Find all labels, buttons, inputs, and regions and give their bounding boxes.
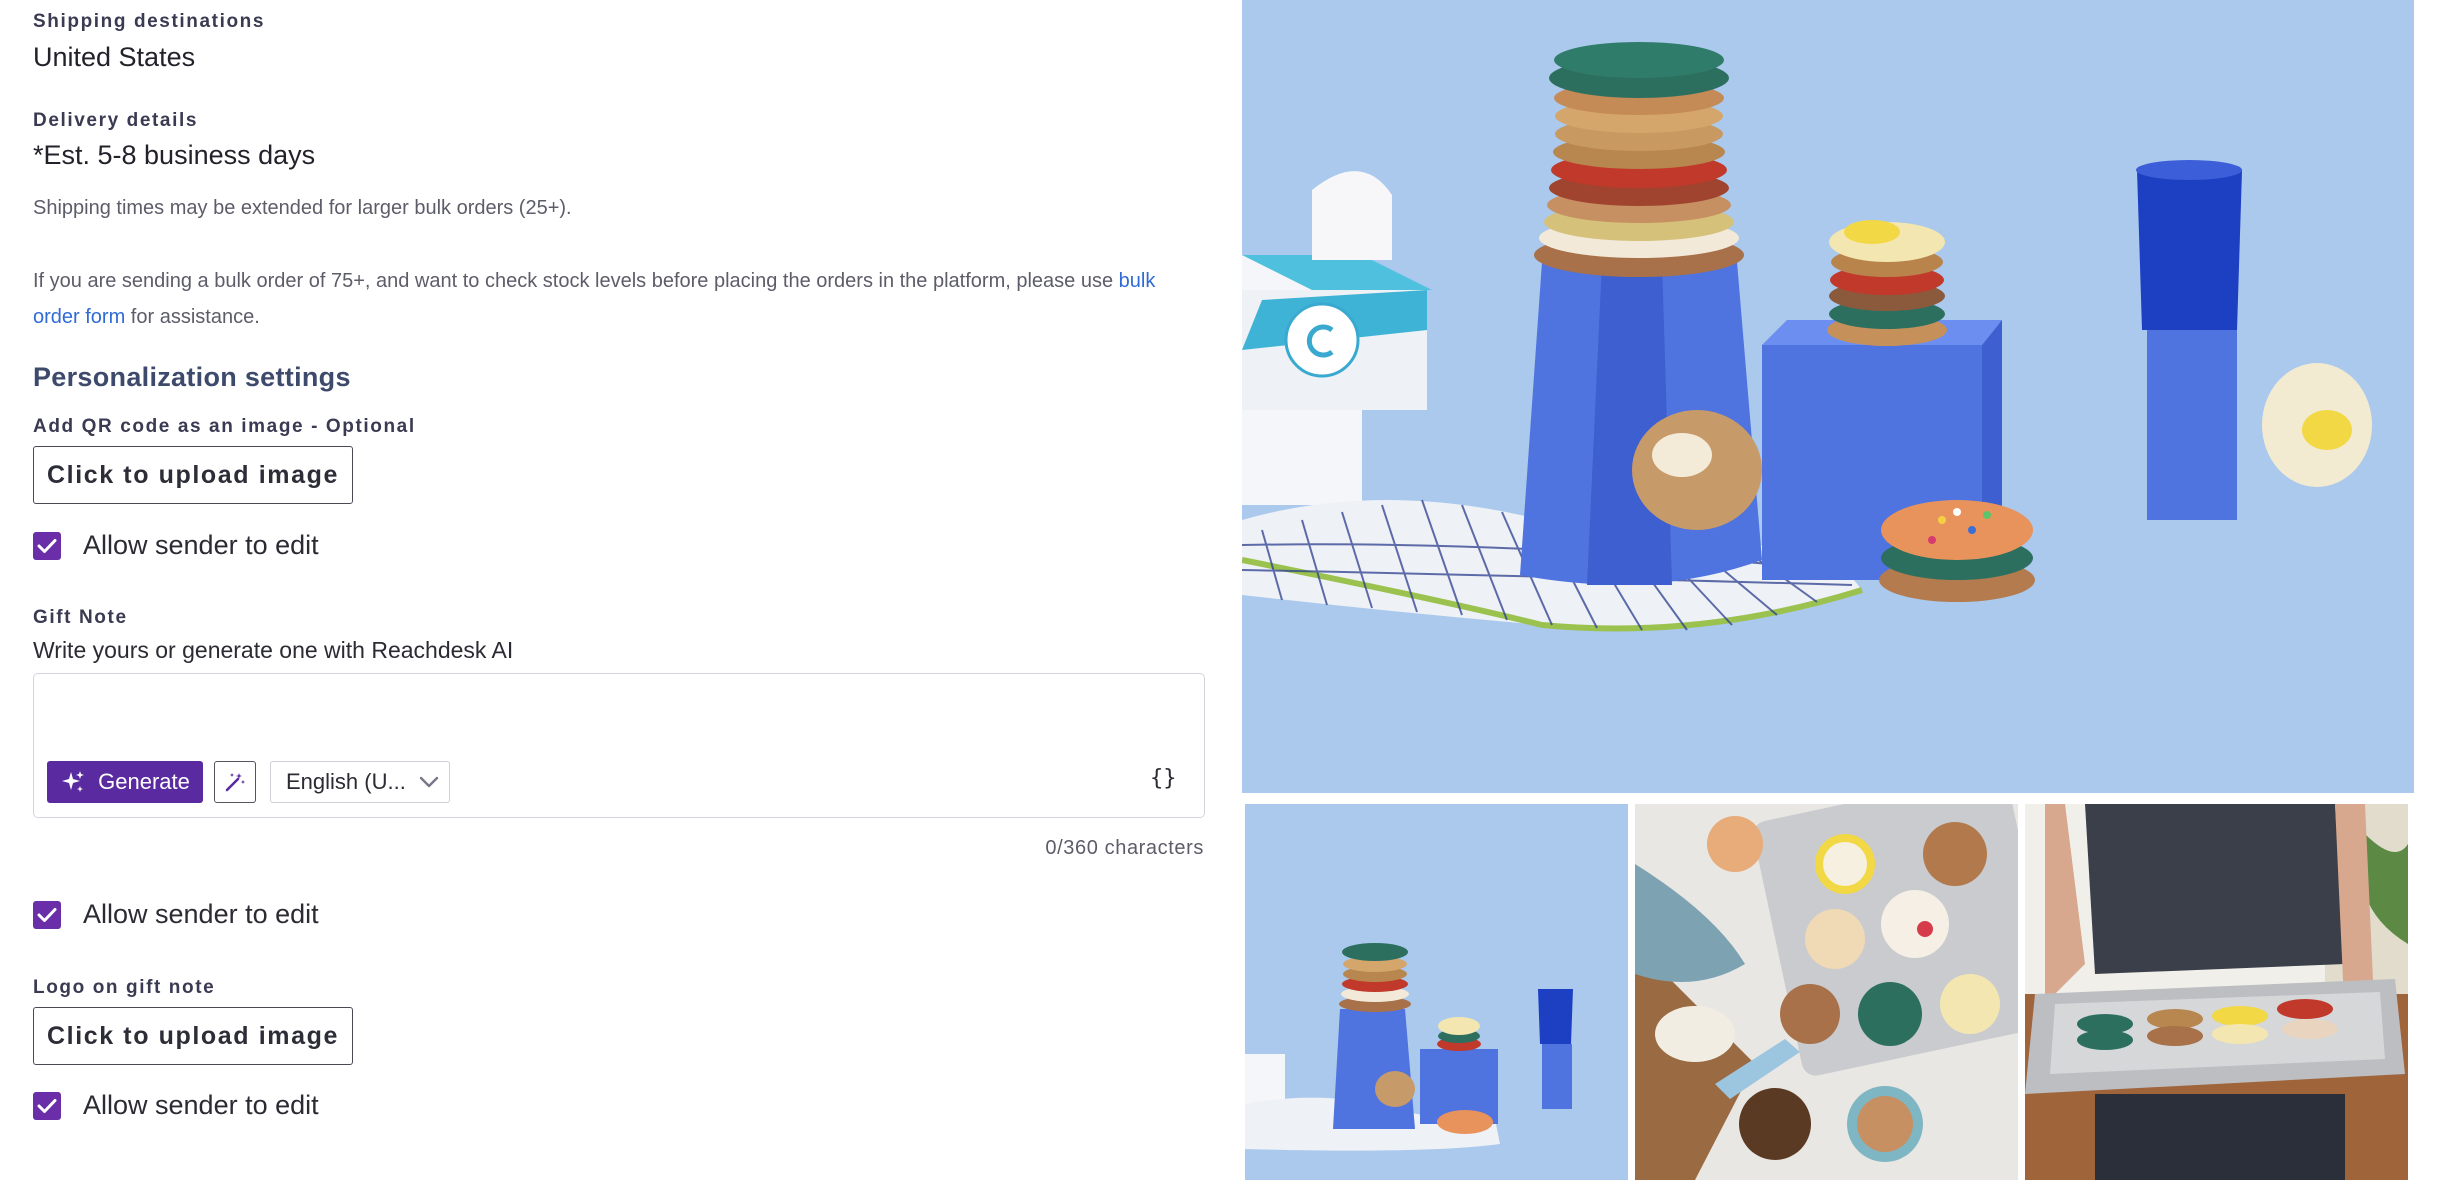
logo-upload-button[interactable]: Click to upload image (33, 1007, 353, 1065)
logo-allow-edit-checkbox[interactable]: Allow sender to edit (33, 1090, 319, 1121)
checkbox-checked-icon (33, 531, 61, 560)
generate-label: Generate (98, 769, 190, 794)
generate-button[interactable]: Generate (47, 761, 203, 803)
product-settings-panel: Shipping destinations United States Deli… (0, 0, 1240, 1180)
thumbnail-person-with-tray[interactable] (2025, 804, 2408, 1180)
thumbnail-cookie-stack[interactable] (1245, 804, 1628, 1180)
checkbox-checked-icon (33, 900, 61, 929)
language-select[interactable]: English (U... (270, 761, 450, 803)
delivery-estimate: *Est. 5-8 business days (33, 140, 316, 170)
bulk-order-info: If you are sending a bulk order of 75+, … (33, 263, 1213, 335)
gift-note-allow-edit-label: Allow sender to edit (83, 899, 319, 929)
bulk-order-info-text: If you are sending a bulk order of 75+, … (33, 270, 1119, 292)
logo-allow-edit-label: Allow sender to edit (83, 1090, 319, 1120)
sparkle-icon (60, 769, 86, 795)
chevron-down-icon (419, 776, 439, 788)
qr-allow-edit-label: Allow sender to edit (83, 530, 319, 560)
personalization-settings-title: Personalization settings (33, 362, 351, 392)
magic-wand-button[interactable] (214, 761, 256, 803)
shipping-destinations-value: United States (33, 42, 196, 72)
bulk-order-info-suffix: for assistance. (125, 306, 260, 328)
checkbox-checked-icon (33, 1091, 61, 1120)
gift-note-allow-edit-checkbox[interactable]: Allow sender to edit (33, 899, 319, 930)
shipping-destinations-label: Shipping destinations (33, 11, 266, 32)
gift-note-textarea[interactable] (33, 673, 1205, 818)
main-product-image[interactable] (1242, 0, 2414, 793)
language-select-value: English (U... (286, 769, 406, 794)
logo-on-gift-note-label: Logo on gift note (33, 977, 216, 998)
delivery-details-label: Delivery details (33, 110, 199, 131)
gift-note-label: Gift Note (33, 607, 128, 628)
gift-note-character-counter: 0/360 characters (1045, 837, 1204, 859)
gift-note-subtitle: Write yours or generate one with Reachde… (33, 637, 514, 663)
product-image-gallery (1242, 0, 2438, 1180)
qr-code-label: Add QR code as an image - Optional (33, 416, 416, 437)
thumbnail-cookie-tray[interactable] (1635, 804, 2018, 1180)
insert-variable-button[interactable]: {} (1150, 766, 1177, 791)
magic-wand-icon (223, 770, 247, 794)
bulk-shipping-note: Shipping times may be extended for large… (33, 197, 572, 219)
qr-upload-button[interactable]: Click to upload image (33, 446, 353, 504)
qr-allow-edit-checkbox[interactable]: Allow sender to edit (33, 530, 319, 561)
